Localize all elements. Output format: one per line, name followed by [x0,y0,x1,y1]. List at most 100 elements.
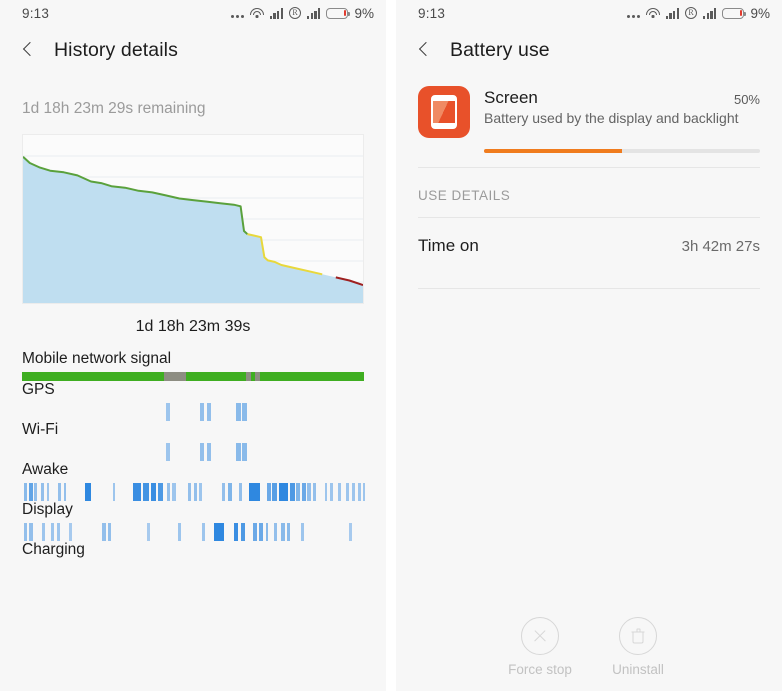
event-tick [324,483,328,501]
event-tick [235,403,241,421]
event-tick [150,483,157,501]
track-label: GPS [22,381,55,398]
track-charging: Charging [22,541,364,581]
track-wifi: Wi-Fi [22,421,364,461]
event-tick [330,483,334,501]
event-tick [213,523,225,541]
track-label: Wi-Fi [22,421,59,438]
event-tick [57,483,61,501]
status-icon-group: R 9% [626,5,770,21]
event-tick [146,523,150,541]
back-chevron-icon[interactable] [414,39,436,61]
battery-icon [326,7,351,19]
track-display: Display [22,501,364,541]
event-tick [265,523,269,541]
event-tick [51,523,55,541]
track-mobile-network-signal: Mobile network signal [22,350,364,381]
event-tick [312,483,317,501]
roaming-icon: R [685,7,698,19]
event-tick [296,483,300,501]
event-tick [46,483,50,501]
event-tick [201,523,205,541]
chart-duration-caption: 1d 18h 23m 39s [135,318,251,335]
detail-key: Time on [418,236,479,255]
status-bar-right: 9:13 R 9% [396,0,782,26]
event-tick [40,483,44,501]
signal-segment [22,372,364,381]
app-summary-row[interactable]: Screen Battery used by the display and b… [396,74,782,138]
event-tick [239,483,243,501]
event-tick [165,403,170,421]
event-tick [222,483,226,501]
event-tick [307,483,311,501]
track-label: Awake [22,461,69,478]
app-name-label: Screen [484,88,538,107]
gps-ticks [22,403,364,421]
mobile-signal-bar [22,372,364,381]
status-icon-group: R 9% [230,5,374,21]
uninstall-button[interactable]: Uninstall [601,617,675,677]
detail-row-time-on: Time on 3h 42m 27s [396,218,782,274]
battery-history-chart [22,134,364,304]
event-tick [142,483,149,501]
battery-percent-label: 9% [354,5,374,21]
track-label: Mobile network signal [22,350,172,367]
event-tick [240,523,245,541]
event-tick [102,523,106,541]
page-title-right: Battery use [450,38,550,61]
battery-use-screen: 9:13 R 9% Battery use Screen Battery use… [396,0,782,691]
event-tick [63,483,67,501]
signal-bars-icon [665,8,680,19]
title-bar-right: Battery use [396,26,782,74]
event-tick [167,483,171,501]
event-tick [69,523,73,541]
signal-gap-segment [246,372,252,381]
more-dots-icon [626,7,640,19]
phone-glyph [431,95,457,129]
trash-icon [619,617,657,655]
event-tick [172,483,176,501]
event-tick [338,483,342,501]
display-ticks [22,523,364,541]
event-tick [272,483,278,501]
signal-bars-2-icon [703,8,717,19]
event-tick [290,483,295,501]
event-tick [300,523,304,541]
signal-bars-icon [269,8,284,19]
back-chevron-icon[interactable] [18,39,40,61]
battery-percent-label: 9% [750,5,770,21]
roaming-icon: R [289,7,302,19]
battery-usage-progress-fill [484,149,622,153]
more-dots-icon [230,7,244,19]
event-tick [258,523,263,541]
event-tick [266,483,271,501]
close-x-icon [521,617,559,655]
wifi-icon [645,7,660,19]
event-tick [357,483,361,501]
event-tick [279,483,289,501]
event-tick [23,483,27,501]
event-tick [165,443,170,461]
event-tick [207,443,212,461]
app-meta: Screen Battery used by the display and b… [484,86,760,126]
bottom-action-bar: Force stop Uninstall [396,617,782,677]
wifi-icon [249,7,264,19]
event-tick [112,483,116,501]
history-content: 1d 18h 23m 29s remaining 1d 18h 23m 39s … [0,74,386,691]
status-clock: 9:13 [22,5,50,21]
event-tick [187,483,191,501]
battery-icon [722,7,747,19]
event-tick [158,483,163,501]
event-tick [241,443,248,461]
event-tick [34,483,38,501]
use-details-heading: USE DETAILS [418,188,511,203]
event-tick [249,483,260,501]
event-tick [199,483,203,501]
force-stop-label: Force stop [508,662,572,677]
event-tick [85,483,91,501]
event-tick [41,523,45,541]
battery-usage-percent: 50% [733,92,760,107]
event-tick [252,523,257,541]
dual-screenshot: 9:13 R 9% History details 1d 18h 23m 29s… [0,0,782,691]
force-stop-button[interactable]: Force stop [503,617,577,677]
